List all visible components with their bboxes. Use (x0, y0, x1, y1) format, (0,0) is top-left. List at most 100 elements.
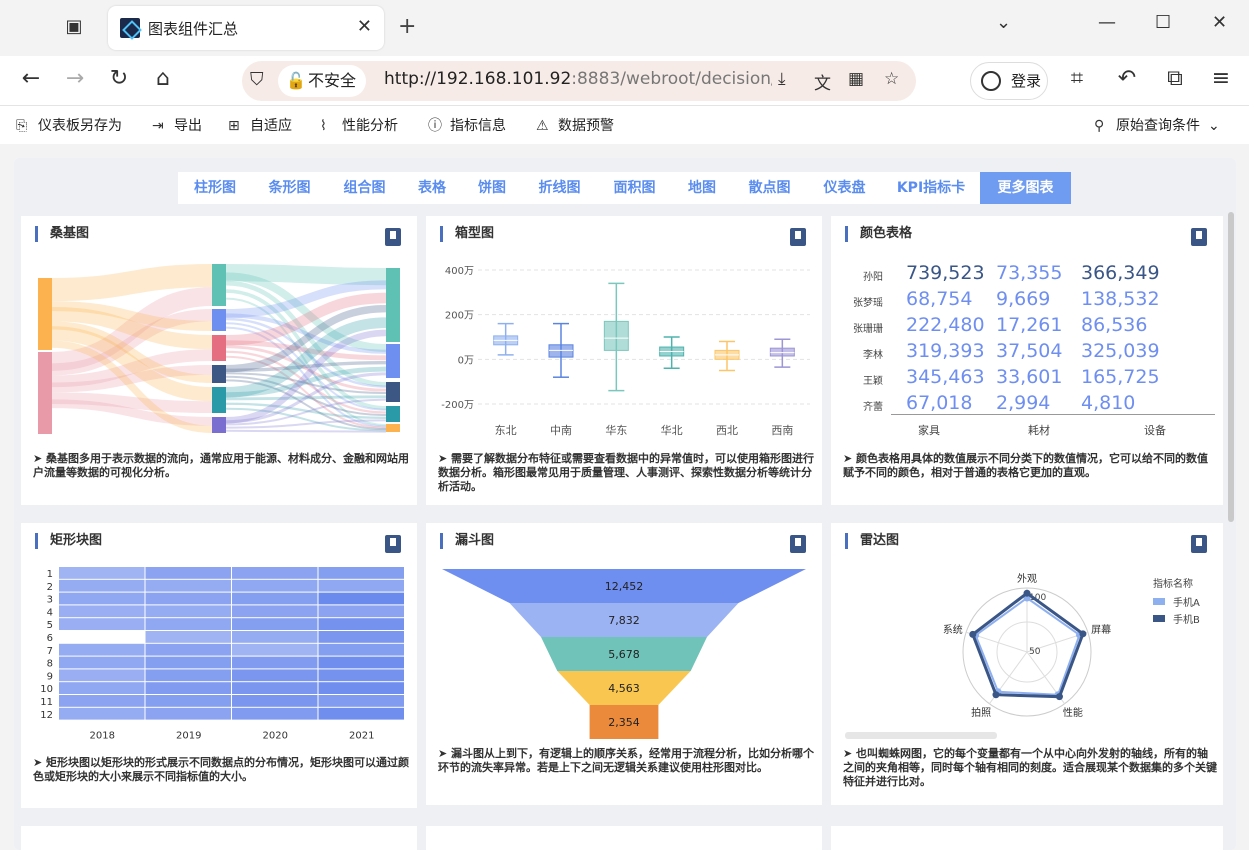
sankey-node (386, 406, 400, 422)
bookmark-icon[interactable] (1191, 228, 1207, 246)
heat-cell (59, 656, 145, 669)
card-title: 桑基图 (35, 226, 89, 242)
bookmark-icon[interactable] (385, 228, 401, 246)
radar-point (1079, 630, 1087, 638)
y-tick-label: 9 (47, 671, 53, 682)
heat-cell (145, 656, 231, 669)
favorite-star-icon[interactable]: ☆ (884, 69, 899, 89)
dashboard-scrollbar[interactable] (1228, 212, 1234, 522)
adaptive-button[interactable]: ⊞ 自适应 (228, 115, 292, 135)
sankey-node (38, 278, 52, 350)
close-tab-icon[interactable]: ✕ (357, 16, 372, 37)
chart-tab-11[interactable]: 更多图表 (980, 172, 1071, 204)
bookmark-icon[interactable] (1191, 535, 1207, 553)
query-conditions-button[interactable]: ⚲ 原始查询条件 ⌄ (1094, 115, 1220, 135)
download-icon[interactable]: ⤓ (778, 69, 786, 89)
login-button[interactable]: 登录 (970, 62, 1048, 100)
indicator-button[interactable]: ⓘ 指标信息 (428, 115, 506, 135)
table-cell: 319,393 (906, 340, 985, 362)
extensions-icon[interactable]: ⧉ (1160, 66, 1190, 91)
table-axis-line (891, 414, 1215, 415)
sankey-chart (38, 263, 400, 434)
forward-icon[interactable]: → (60, 66, 90, 91)
tab-list-chevron-icon[interactable]: ⌄ (996, 12, 1011, 33)
crop-icon[interactable]: ⌗ (1062, 66, 1092, 91)
card-title: 箱型图 (440, 226, 494, 242)
box-body (769, 347, 795, 357)
translate-icon[interactable]: 文 (814, 69, 831, 94)
minimize-icon[interactable]: — (1098, 12, 1116, 33)
x-tick-label: 2021 (349, 731, 374, 742)
chart-tab-10[interactable]: KPI指标卡 (882, 172, 980, 204)
adaptive-label: 自适应 (250, 118, 292, 134)
insecure-badge[interactable]: 🔓 不安全 (278, 65, 367, 97)
menu-icon[interactable]: ≡ (1206, 66, 1236, 91)
bookmark-icon[interactable] (790, 228, 806, 246)
performance-icon: ⌇ (320, 118, 327, 134)
chart-tab-0[interactable]: 柱形图 (178, 172, 252, 204)
heat-cell (59, 643, 145, 656)
reload-icon[interactable]: ↻ (104, 66, 134, 91)
box-2 (603, 282, 629, 392)
table-cell: 138,532 (1081, 288, 1160, 310)
heat-cell (59, 707, 145, 720)
box-body (548, 344, 574, 358)
card-description: ➤ 也叫蜘蛛网图，它的每个变量都有一个从中心向外发射的轴线，所有的轴之间的夹角相… (843, 747, 1217, 788)
chart-tab-7[interactable]: 地图 (672, 172, 732, 204)
login-label: 登录 (1011, 72, 1042, 90)
export-button[interactable]: ⇥ 导出 (152, 115, 202, 135)
chart-tab-1[interactable]: 条形图 (252, 172, 327, 204)
next-row-card (831, 826, 1223, 850)
legend-label[interactable]: 手机B (1173, 613, 1200, 626)
back-icon[interactable]: ← (16, 66, 46, 91)
browser-tab[interactable]: 图表组件汇总 ✕ (108, 6, 384, 50)
qrcode-icon[interactable]: ▦ (848, 69, 864, 89)
url-text[interactable]: http://192.168.101.92:8883/webroot/decis… (384, 69, 772, 89)
radar-card: 雷达图 外观 屏幕 性能 拍照 系统 100 50 指标名称 手机A 手机B ➤ 也叫蜘蛛网图，它… (831, 523, 1223, 805)
undo-icon[interactable]: ↶ (1112, 66, 1142, 91)
legend-label[interactable]: 手机A (1173, 596, 1200, 609)
maximize-icon[interactable]: ☐ (1155, 12, 1171, 33)
indicator-label: 指标信息 (450, 118, 506, 134)
chart-tab-2[interactable]: 组合图 (327, 172, 402, 204)
y-tick-label: 4 (47, 607, 53, 618)
performance-button[interactable]: ⌇ 性能分析 (320, 115, 398, 135)
chart-tab-4[interactable]: 饼图 (462, 172, 522, 204)
tab-actions-icon[interactable]: ▣ (60, 16, 88, 40)
address-bar[interactable]: ⛉ 🔓 不安全 http://192.168.101.92:8883/webroo… (242, 61, 916, 101)
heat-cell (318, 631, 404, 643)
y-tick-label: 8 (47, 659, 53, 670)
chart-tab-3[interactable]: 表格 (402, 172, 462, 204)
heat-cell (232, 618, 318, 630)
url-path: :8883/webroot/decision/v (571, 69, 772, 89)
legend-swatch (1153, 615, 1165, 622)
alert-button[interactable]: ⚠ 数据预警 (536, 115, 614, 135)
sankey-node (38, 352, 52, 434)
chart-tab-8[interactable]: 散点图 (732, 172, 807, 204)
y-tick-label: -200万 (441, 400, 474, 411)
chart-tab-5[interactable]: 折线图 (522, 172, 597, 204)
chart-tab-9[interactable]: 仪表盘 (807, 172, 882, 204)
chart-tab-6[interactable]: 面积图 (597, 172, 672, 204)
new-tab-icon[interactable]: + (398, 14, 416, 39)
shield-icon[interactable]: ⛉ (250, 69, 264, 90)
funnel-label: 4,563 (608, 682, 640, 695)
adaptive-icon: ⊞ (228, 118, 240, 134)
heatmap-card: 矩形块图 1 2 3 4 5 6 7 8 9 10 11 12 2018 2019 2020 2021 ➤ 矩… (21, 523, 417, 808)
heat-cell (59, 669, 145, 682)
save-icon: ⎘ (16, 118, 28, 134)
heat-cell (232, 567, 318, 579)
home-icon[interactable]: ⌂ (148, 66, 178, 91)
heat-cell (59, 605, 145, 618)
window-close-icon[interactable]: ✕ (1212, 12, 1227, 33)
performance-label: 性能分析 (342, 118, 398, 134)
row-label: 王颖 (863, 376, 883, 387)
save-as-button[interactable]: ⎘ 仪表板另存为 (16, 115, 122, 135)
box-1 (548, 322, 574, 378)
horizontal-scrollbar[interactable] (845, 732, 997, 739)
heat-cell (145, 643, 231, 656)
bookmark-icon[interactable] (385, 535, 401, 553)
table-cell: 73,355 (996, 262, 1063, 284)
radar-axis-label: 外观 (1017, 573, 1037, 585)
bookmark-icon[interactable] (790, 535, 806, 553)
